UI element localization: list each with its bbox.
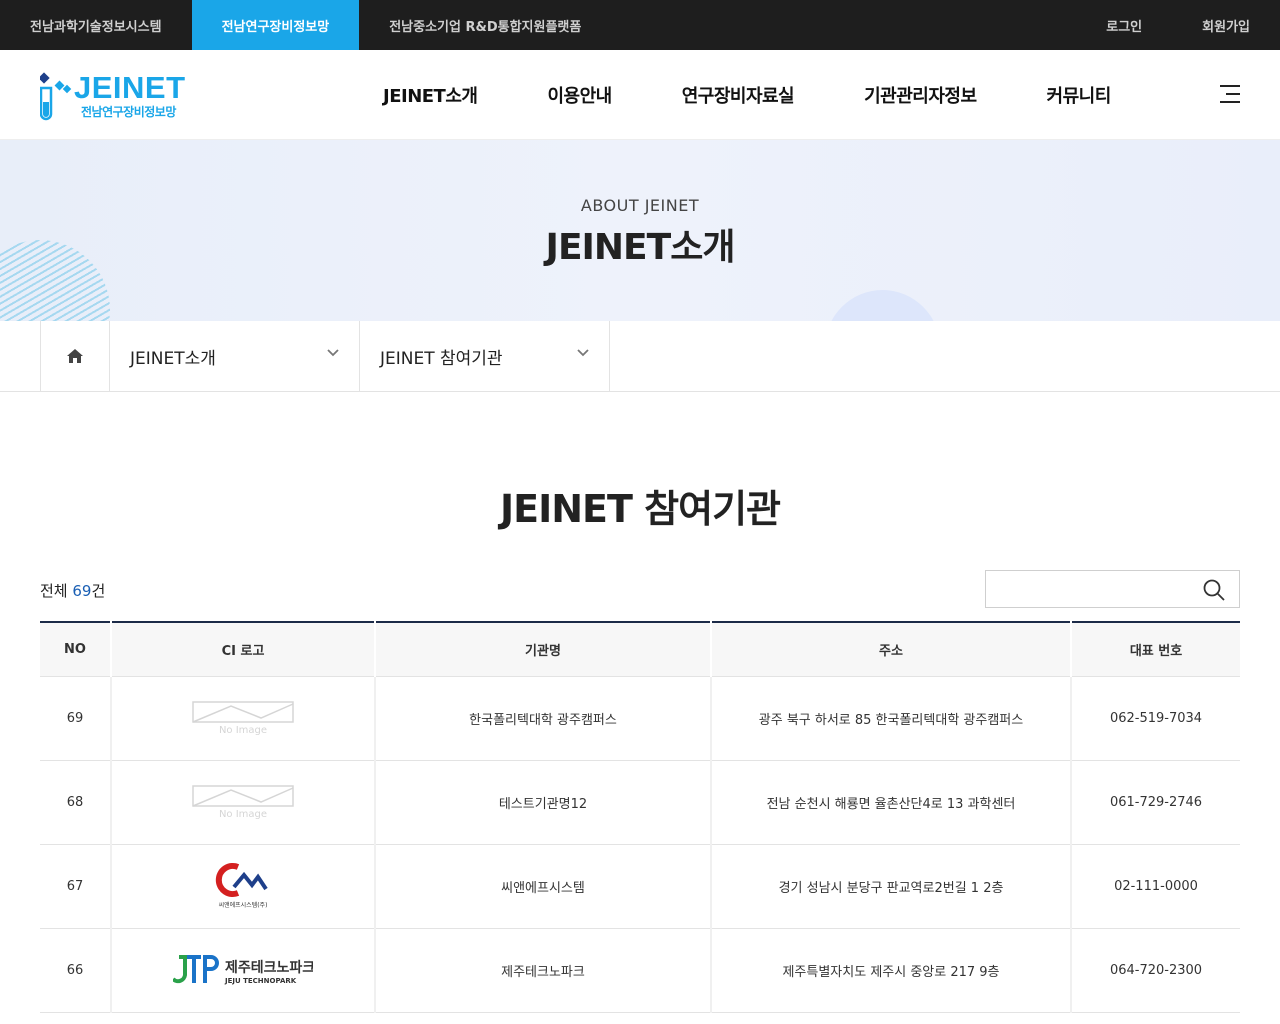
col-phone: 대표 번호 bbox=[1070, 622, 1240, 677]
page-title: JEINET 참여기관 bbox=[500, 487, 781, 531]
site-link-rnd-platform[interactable]: 전남중소기업 R&D통합지원플랫폼 bbox=[359, 0, 611, 50]
col-ci-logo: CI 로고 bbox=[110, 622, 375, 677]
search-box bbox=[985, 570, 1240, 608]
row-no: 66 bbox=[40, 928, 111, 1013]
cnf-system-logo: 씨앤에프시스템(주) bbox=[215, 863, 268, 909]
nav-about[interactable]: JEINET소개 bbox=[383, 82, 478, 108]
no-image-placeholder: No Image bbox=[192, 785, 294, 820]
row-phone: 064-720-2300 bbox=[1070, 928, 1240, 1013]
col-address: 주소 bbox=[710, 622, 1071, 677]
svg-text:No Image: No Image bbox=[219, 809, 267, 820]
col-no: NO bbox=[40, 622, 111, 677]
row-name[interactable]: 한국폴리텍대학 광주캠퍼스 bbox=[374, 676, 711, 761]
location-depth2-label: JEINET 참여기관 bbox=[380, 348, 503, 369]
table-header-row: NO CI 로고 기관명 주소 대표 번호 bbox=[40, 622, 1240, 677]
signup-link[interactable]: 회원가입 bbox=[1172, 16, 1280, 35]
institution-table: NO CI 로고 기관명 주소 대표 번호 69 No Image 한국폴리텍대… bbox=[40, 621, 1240, 1013]
login-link[interactable]: 로그인 bbox=[1076, 16, 1172, 35]
row-phone: 062-519-7034 bbox=[1070, 676, 1240, 761]
row-name[interactable]: 씨앤에프시스템 bbox=[374, 844, 711, 929]
svg-text:제주테크노파크: 제주테크노파크 bbox=[225, 960, 313, 976]
nav-guide[interactable]: 이용안내 bbox=[547, 82, 612, 108]
row-address: 광주 북구 하서로 85 한국폴리텍대학 광주캠퍼스 bbox=[710, 676, 1071, 761]
nav-community[interactable]: 커뮤니티 bbox=[1047, 82, 1112, 108]
location-depth2-dropdown[interactable]: JEINET 참여기관 bbox=[360, 321, 610, 391]
table-row[interactable]: 68 No Image 테스트기관명12 전남 순천시 해룡면 율촌산단4로 1… bbox=[40, 760, 1240, 845]
account-links: 로그인 회원가입 bbox=[1076, 0, 1280, 50]
circle-decoration bbox=[825, 290, 940, 321]
nav-admin-info[interactable]: 기관관리자정보 bbox=[864, 82, 977, 108]
row-no: 67 bbox=[40, 844, 111, 929]
site-logo[interactable]: JEINET 전남연구장비정보망 bbox=[40, 70, 200, 122]
chevron-down-icon bbox=[577, 349, 589, 357]
home-button[interactable] bbox=[40, 321, 110, 391]
search-icon[interactable] bbox=[1203, 579, 1225, 601]
total-count-number: 69 bbox=[72, 582, 92, 600]
location-bar: JEINET소개 JEINET 참여기관 bbox=[0, 321, 1280, 392]
jtp-logo: 제주테크노파크 JEJU TECHNOPARK bbox=[173, 955, 313, 985]
sub-visual-banner: ABOUT JEINET JEINET소개 bbox=[0, 140, 1280, 321]
logo-subtitle: 전남연구장비정보망 bbox=[81, 105, 176, 119]
row-name[interactable]: 제주테크노파크 bbox=[374, 928, 711, 1013]
row-address: 전남 순천시 해룡면 율촌산단4로 13 과학센터 bbox=[710, 760, 1071, 845]
home-icon bbox=[67, 349, 83, 363]
row-address: 경기 성남시 분당구 판교역로2번길 1 2층 bbox=[710, 844, 1071, 929]
col-name: 기관명 bbox=[374, 622, 711, 677]
table-row[interactable]: 66 제주테크노파크 JEJU TECHNOPARK 제주테크노파크 제주특별자… bbox=[40, 928, 1240, 1013]
logo-wordmark: JEINET bbox=[74, 70, 186, 105]
chevron-down-icon bbox=[327, 349, 339, 357]
site-header: JEINET 전남연구장비정보망 JEINET소개 이용안내 연구장비자료실 기… bbox=[0, 50, 1280, 140]
table-row[interactable]: 67 씨앤에프시스템(주) 씨앤에프시스템 경기 성남시 분당구 판교역로2번길… bbox=[40, 844, 1240, 929]
site-link-jeinet[interactable]: 전남연구장비정보망 bbox=[191, 0, 360, 50]
flask-logo-icon bbox=[40, 72, 72, 121]
row-no: 69 bbox=[40, 676, 111, 761]
site-link-jnsti[interactable]: 전남과학기술정보시스템 bbox=[0, 0, 192, 50]
svg-text:씨앤에프시스템(주): 씨앤에프시스템(주) bbox=[219, 901, 268, 909]
search-input[interactable] bbox=[986, 571, 1186, 607]
banner-eyebrow: ABOUT JEINET bbox=[580, 196, 700, 215]
main-navigation: JEINET소개 이용안내 연구장비자료실 기관관리자정보 커뮤니티 bbox=[383, 50, 1111, 140]
row-address: 제주특별자치도 제주시 중앙로 217 9층 bbox=[710, 928, 1071, 1013]
banner-title: JEINET소개 bbox=[545, 227, 736, 268]
table-row[interactable]: 69 No Image 한국폴리텍대학 광주캠퍼스 광주 북구 하서로 85 한… bbox=[40, 676, 1240, 761]
total-count: 전체 69건 bbox=[40, 582, 106, 600]
top-utility-bar: 전남과학기술정보시스템 전남연구장비정보망 전남중소기업 R&D통합지원플랫폼 … bbox=[0, 0, 1280, 50]
location-depth1-label: JEINET소개 bbox=[130, 348, 216, 369]
location-depth1-dropdown[interactable]: JEINET소개 bbox=[110, 321, 360, 391]
row-phone: 061-729-2746 bbox=[1070, 760, 1240, 845]
svg-text:No Image: No Image bbox=[219, 725, 267, 736]
row-no: 68 bbox=[40, 760, 111, 845]
no-image-placeholder: No Image bbox=[192, 701, 294, 736]
nav-library[interactable]: 연구장비자료실 bbox=[682, 82, 795, 108]
row-phone: 02-111-0000 bbox=[1070, 844, 1240, 929]
svg-text:JEJU TECHNOPARK: JEJU TECHNOPARK bbox=[224, 977, 297, 985]
row-name[interactable]: 테스트기관명12 bbox=[374, 760, 711, 845]
sitemap-menu-icon[interactable] bbox=[1220, 83, 1240, 105]
